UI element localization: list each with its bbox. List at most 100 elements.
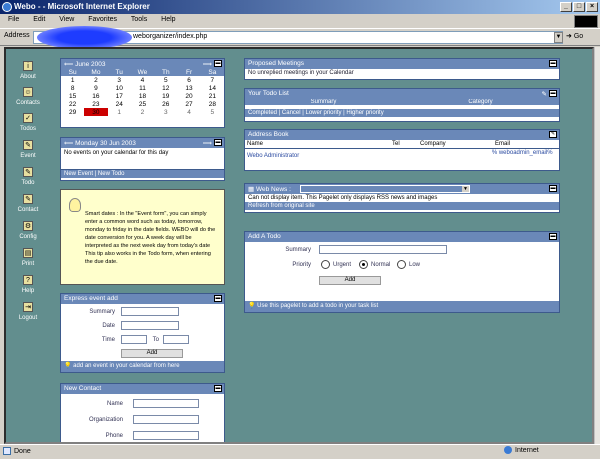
menu-file[interactable]: File bbox=[8, 16, 19, 23]
maximize-button[interactable]: □ bbox=[573, 2, 585, 12]
menu-tools[interactable]: Tools bbox=[131, 16, 147, 23]
calendar-day[interactable]: 2 bbox=[84, 76, 107, 84]
window-title: Webo - - Microsoft Internet Explorer bbox=[14, 2, 150, 11]
next-day-icon[interactable]: ⟹ bbox=[203, 139, 212, 147]
vertical-scrollbar[interactable] bbox=[594, 47, 600, 444]
calendar-day[interactable]: 5 bbox=[201, 108, 224, 116]
calendar-day[interactable]: 1 bbox=[61, 76, 84, 84]
calendar-day[interactable]: 20 bbox=[177, 92, 200, 100]
calendar-day[interactable]: 11 bbox=[131, 84, 154, 92]
nav-contact[interactable]: ✎ Contact bbox=[8, 194, 48, 213]
tip-text: Smart dates : In the "Event form", you c… bbox=[85, 211, 216, 265]
web-news-message: Can not display item. This Pagelet only … bbox=[248, 195, 438, 201]
minimize-panel-icon[interactable]: ▬ bbox=[549, 90, 557, 97]
calendar-day[interactable]: 21 bbox=[201, 92, 224, 100]
express-summary-input[interactable] bbox=[121, 307, 179, 316]
menu-view[interactable]: View bbox=[59, 16, 74, 23]
calendar-day[interactable]: 15 bbox=[61, 92, 84, 100]
add-todo-button[interactable]: Add bbox=[319, 276, 381, 285]
menu-favorites[interactable]: Favorites bbox=[88, 16, 117, 23]
prev-month-icon[interactable]: ⟸ bbox=[64, 61, 73, 68]
minimize-panel-icon[interactable]: ▬ bbox=[214, 295, 222, 302]
calendar-day[interactable]: 2 bbox=[131, 108, 154, 116]
minimize-panel-icon[interactable]: ▬ bbox=[214, 139, 222, 146]
address-book-icon[interactable]: ✎ bbox=[549, 131, 557, 138]
calendar-day[interactable]: 23 bbox=[84, 100, 107, 108]
low-radio[interactable] bbox=[397, 260, 406, 269]
menu-edit[interactable]: Edit bbox=[33, 16, 45, 23]
close-button[interactable]: × bbox=[586, 2, 598, 12]
minimize-panel-icon[interactable]: ▬ bbox=[549, 233, 557, 240]
nav-about[interactable]: i About bbox=[8, 61, 48, 80]
calendar-day[interactable]: 22 bbox=[61, 100, 84, 108]
calendar-day[interactable]: 27 bbox=[177, 100, 200, 108]
nav-help[interactable]: ? Help bbox=[8, 275, 48, 294]
express-add-button[interactable]: Add bbox=[121, 349, 183, 358]
edit-icon[interactable]: ✎ bbox=[542, 90, 547, 98]
express-time-to-input[interactable] bbox=[163, 335, 189, 344]
calendar-day[interactable]: 9 bbox=[84, 84, 107, 92]
contact-name-input[interactable] bbox=[133, 399, 199, 408]
calendar-day[interactable]: 28 bbox=[201, 100, 224, 108]
web-news-refresh[interactable]: Refresh from original site bbox=[245, 202, 559, 210]
nav-print[interactable]: ▤ Print bbox=[8, 248, 48, 267]
menu-help[interactable]: Help bbox=[161, 16, 175, 23]
calendar-day[interactable]: 16 bbox=[84, 92, 107, 100]
urgent-radio[interactable] bbox=[321, 260, 330, 269]
nav-contacts[interactable]: ☺ Contacts bbox=[8, 87, 48, 106]
calendar-day[interactable]: 26 bbox=[154, 100, 177, 108]
minimize-panel-icon[interactable]: ▬ bbox=[549, 185, 557, 192]
nav-config[interactable]: ⚙ Config bbox=[8, 221, 48, 240]
calendar-day[interactable]: 19 bbox=[154, 92, 177, 100]
calendar-day[interactable]: 3 bbox=[108, 76, 131, 84]
normal-radio[interactable] bbox=[359, 260, 368, 269]
weekday: Mo bbox=[84, 69, 108, 76]
todo-summary-label: Summary bbox=[285, 247, 311, 253]
go-button[interactable]: ➜ Go bbox=[566, 31, 596, 44]
next-month-icon[interactable]: ⟹ bbox=[203, 60, 212, 68]
minimize-button[interactable]: _ bbox=[560, 2, 572, 12]
calendar-day[interactable]: 29 bbox=[61, 108, 84, 116]
contact-organization-input[interactable] bbox=[133, 415, 199, 424]
minimize-panel-icon[interactable]: ▬ bbox=[214, 60, 222, 67]
calendar-day[interactable]: 3 bbox=[154, 108, 177, 116]
calendar-day[interactable]: 24 bbox=[108, 100, 131, 108]
express-date-input[interactable] bbox=[121, 321, 179, 330]
minimize-panel-icon[interactable]: ▬ bbox=[549, 60, 557, 67]
calendar-day[interactable]: 5 bbox=[154, 76, 177, 84]
todo-summary-input[interactable] bbox=[319, 245, 447, 254]
calendar-day[interactable]: 14 bbox=[201, 84, 224, 92]
calendar-day[interactable]: 13 bbox=[177, 84, 200, 92]
express-time-from-input[interactable] bbox=[121, 335, 147, 344]
calendar-day[interactable]: 4 bbox=[131, 76, 154, 84]
calendar-day[interactable]: 10 bbox=[108, 84, 131, 92]
address-dropdown-icon[interactable]: ▼ bbox=[554, 32, 563, 43]
nav-event[interactable]: ✎ Event bbox=[8, 140, 48, 159]
minimize-panel-icon[interactable]: ▬ bbox=[214, 385, 222, 392]
todo-columns: Summary Category bbox=[245, 99, 559, 105]
day-footer[interactable]: New Event | New Todo bbox=[61, 170, 224, 178]
prev-day-icon[interactable]: ⟸ bbox=[64, 140, 73, 147]
calendar-day-today[interactable]: 30 bbox=[84, 108, 108, 116]
calendar-day[interactable]: 7 bbox=[201, 76, 224, 84]
calendar-day[interactable]: 1 bbox=[108, 108, 131, 116]
contact-email-link[interactable]: % weboadmin_email% bbox=[492, 150, 557, 159]
news-source-select[interactable]: ▼ bbox=[300, 185, 470, 193]
calendar-day[interactable]: 6 bbox=[177, 76, 200, 84]
nav-todo[interactable]: ✎ Todo bbox=[8, 167, 48, 186]
nav-logout[interactable]: ⇥ Logout bbox=[8, 302, 48, 321]
calendar-day[interactable]: 25 bbox=[131, 100, 154, 108]
calendar-day[interactable]: 4 bbox=[177, 108, 200, 116]
calendar-day[interactable]: 12 bbox=[154, 84, 177, 92]
phone-label: Phone bbox=[105, 433, 123, 439]
calendar-day[interactable]: 18 bbox=[131, 92, 154, 100]
calendar-day[interactable]: 17 bbox=[108, 92, 131, 100]
nav-todos[interactable]: ✓ Todos bbox=[8, 113, 48, 132]
contact-phone-input[interactable] bbox=[133, 431, 199, 440]
contact-name-link[interactable]: Webo Administrator bbox=[247, 150, 390, 159]
add-todo-footer-text: Use this pagelet to add a todo in your t… bbox=[257, 303, 379, 309]
todo-actions[interactable]: Completed | Cancel | Lower priority | Hi… bbox=[245, 109, 559, 117]
calendar-day[interactable]: 8 bbox=[61, 84, 84, 92]
help-icon: ? bbox=[23, 275, 33, 285]
address-columns: Name Tel Company Email bbox=[245, 140, 559, 149]
